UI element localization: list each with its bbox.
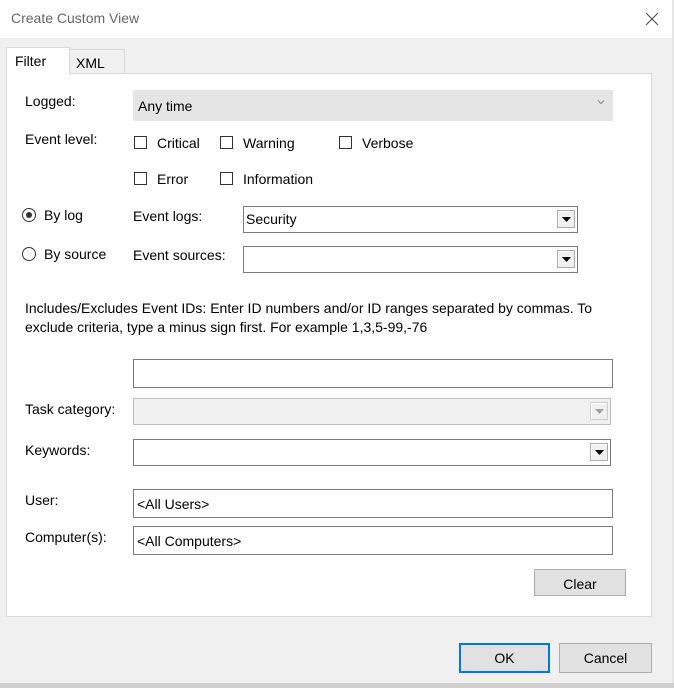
- event-logs-label: Event logs:: [133, 208, 203, 224]
- keywords-label: Keywords:: [25, 442, 91, 458]
- by-source-radio[interactable]: [22, 247, 36, 261]
- triangle-down-icon: [562, 257, 571, 262]
- computers-label: Computer(s):: [25, 529, 107, 545]
- window-bottom-edge: [0, 683, 674, 688]
- triangle-down-icon: [595, 450, 604, 455]
- by-log-label: By log: [44, 207, 83, 223]
- cancel-button-label: Cancel: [583, 650, 628, 666]
- event-level-label: Event level:: [25, 131, 98, 147]
- by-source-label: By source: [44, 246, 107, 262]
- ok-button-label: OK: [494, 650, 515, 666]
- logged-select[interactable]: Any time: [133, 90, 613, 121]
- cancel-button[interactable]: Cancel: [559, 643, 652, 673]
- ok-button[interactable]: OK: [459, 643, 550, 673]
- event-sources-label: Event sources:: [133, 247, 226, 263]
- keywords-dropdown-button[interactable]: [590, 443, 608, 461]
- by-log-radio[interactable]: [22, 208, 36, 222]
- information-label: Information: [243, 171, 314, 187]
- tab-xml[interactable]: XML: [68, 49, 125, 74]
- window-title: Create Custom View: [11, 10, 140, 26]
- computers-input[interactable]: <All Computers>: [133, 526, 613, 555]
- logged-label: Logged:: [25, 93, 76, 109]
- user-label: User:: [25, 492, 59, 508]
- task-category-select[interactable]: [133, 398, 611, 425]
- error-checkbox[interactable]: [134, 172, 147, 185]
- critical-label: Critical: [157, 135, 200, 151]
- computers-value: <All Computers>: [137, 533, 242, 549]
- chevron-down-icon: [597, 100, 605, 105]
- triangle-down-icon: [595, 409, 604, 414]
- clear-button[interactable]: Clear: [534, 569, 626, 596]
- logged-value: Any time: [138, 98, 193, 114]
- title-bar: Create Custom View: [0, 0, 674, 38]
- event-ids-input[interactable]: [133, 359, 613, 388]
- error-label: Error: [157, 171, 189, 187]
- tab-xml-label: XML: [76, 55, 105, 71]
- event-sources-dropdown-button[interactable]: [557, 250, 575, 268]
- user-value: <All Users>: [137, 496, 210, 512]
- tab-filter[interactable]: Filter: [6, 47, 70, 75]
- triangle-down-icon: [562, 217, 571, 222]
- event-logs-value: Security: [246, 211, 297, 227]
- tab-filter-label: Filter: [15, 53, 47, 69]
- clear-button-label: Clear: [563, 576, 597, 592]
- event-ids-description: Includes/Excludes Event IDs: Enter ID nu…: [25, 300, 593, 335]
- keywords-select[interactable]: [133, 439, 611, 466]
- information-checkbox[interactable]: [220, 172, 233, 185]
- task-category-dropdown-button[interactable]: [590, 402, 608, 420]
- warning-label: Warning: [243, 135, 295, 151]
- verbose-checkbox[interactable]: [339, 136, 352, 149]
- event-sources-select[interactable]: [243, 246, 578, 273]
- critical-checkbox[interactable]: [134, 136, 147, 149]
- close-icon[interactable]: [640, 8, 664, 30]
- event-logs-dropdown-button[interactable]: [557, 210, 575, 228]
- user-input[interactable]: <All Users>: [133, 489, 613, 518]
- task-category-label: Task category:: [25, 401, 116, 417]
- warning-checkbox[interactable]: [220, 136, 233, 149]
- event-logs-select[interactable]: Security: [243, 206, 578, 233]
- verbose-label: Verbose: [362, 135, 414, 151]
